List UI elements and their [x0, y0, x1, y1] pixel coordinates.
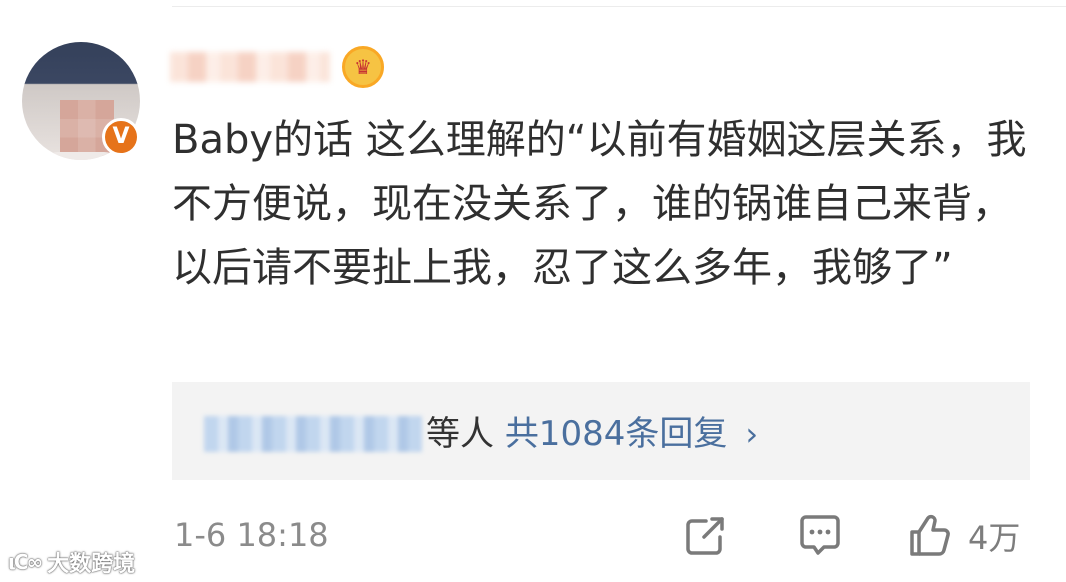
like-button[interactable]: 4万: [906, 508, 1020, 564]
comment-icon: [800, 515, 840, 555]
share-icon: [686, 517, 724, 555]
chevron-right-icon[interactable]: ›: [745, 415, 758, 453]
crown-icon: ♛: [342, 46, 384, 88]
watermark-text: 大数跨境: [47, 552, 136, 577]
reply-suffix: 等人: [426, 414, 494, 454]
reply-count-link[interactable]: 共1084条回复: [505, 414, 728, 454]
verified-badge-letter: V: [112, 124, 130, 149]
watermark: ιC∞ 大数跨境: [8, 548, 136, 577]
reply-summary-text: 等人 共1084条回复 ›: [426, 410, 758, 458]
comment-footer: 1-6 18:18 4万: [0, 508, 1066, 564]
comment-button[interactable]: [796, 508, 844, 564]
share-button[interactable]: [682, 508, 728, 564]
top-divider: [172, 6, 1066, 7]
reply-summary[interactable]: 等人 共1084条回复 ›: [172, 382, 1030, 480]
watermark-logo: ιC∞: [8, 550, 43, 574]
like-count: 4万: [968, 519, 1021, 557]
thumbs-up-icon: [910, 514, 950, 556]
timestamp: 1-6 18:18: [174, 516, 329, 554]
comment-text: Baby的话 这么理解的“以前有婚姻这层关系，我不方便说，现在没关系了，谁的锅谁…: [172, 117, 1027, 291]
username-blurred[interactable]: [170, 52, 330, 82]
reply-names-blurred: [204, 416, 422, 452]
verified-badge-icon: V: [102, 118, 140, 156]
